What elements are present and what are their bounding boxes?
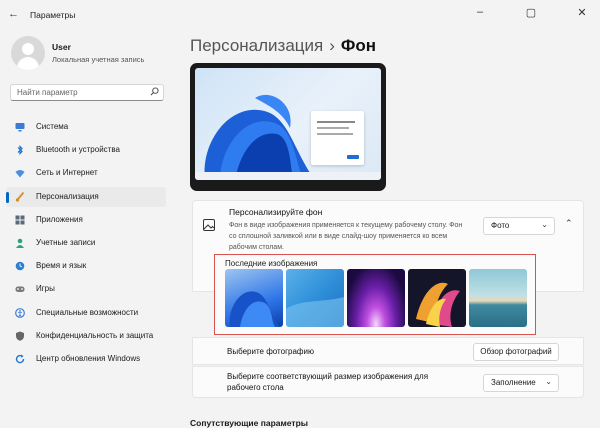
sidebar-item-label: Приложения [36,215,83,224]
user-name: User [52,42,71,52]
choose-photo-label: Выберите фотографию [227,347,314,356]
accessibility-icon [15,308,25,318]
sidebar-item-9[interactable]: Специальные возможности [6,303,166,323]
page-title: Фон [340,36,377,55]
image-fit-row: Выберите соответствующий размер изображе… [192,366,584,398]
back-arrow-icon[interactable]: ← [8,8,19,20]
sidebar-item-label: Время и язык [36,261,87,270]
close-icon[interactable]: ✕ [572,6,592,19]
sidebar-item-3[interactable]: Сеть и Интернет [6,163,166,183]
background-title: Персонализируйте фон [229,207,323,217]
sidebar-item-label: Учетные записи [36,238,96,247]
browse-photos-button[interactable]: Обзор фотографий [473,343,559,361]
sidebar-item-10[interactable]: Конфиденциальность и защита [6,326,166,346]
maximize-icon[interactable]: ▢ [521,6,541,19]
sidebar-item-label: Игры [36,284,55,293]
preview-screen [195,68,381,180]
bluetooth-icon [17,145,23,155]
person-icon [16,238,24,248]
chevron-down-icon: ⌄ [545,377,552,386]
background-type-value: Фото [491,221,510,230]
gamepad-icon [15,286,25,292]
sidebar-item-4[interactable]: Персонализация [6,187,166,207]
user-account-type: Локальная учетная запись [52,55,145,64]
sidebar-item-5[interactable]: Приложения [6,210,166,230]
breadcrumb: Персонализация › Фон [190,36,376,56]
breadcrumb-separator: › [329,36,335,55]
sidebar-item-label: Система [36,122,69,131]
desktop-preview [190,63,386,191]
background-type-dropdown[interactable]: Фото ⌄ [483,217,555,235]
wifi-icon [15,170,25,178]
recent-thumb-purple-glow[interactable] [347,269,405,327]
monitor-icon [15,123,25,132]
avatar[interactable] [11,36,45,70]
sidebar-item-label: Сеть и Интернет [36,168,98,177]
apps-icon [15,215,25,225]
sidebar-item-7[interactable]: Время и язык [6,256,166,276]
active-indicator [6,192,9,203]
recent-images-panel: Последние изображения [214,254,536,335]
choose-photo-row: Выберите фотографию Обзор фотографий [192,337,584,365]
sidebar-item-label: Конфиденциальность и защита [36,331,154,340]
shield-icon [16,331,24,341]
app-title: Параметры [30,10,76,20]
sidebar-item-1[interactable]: Система [6,117,166,137]
recent-images-title: Последние изображения [225,259,318,268]
chevron-down-icon: ⌄ [541,220,548,229]
search-input[interactable]: Найти параметр [10,84,164,101]
search-icon [150,87,159,96]
image-fit-dropdown[interactable]: Заполнение ⌄ [483,374,559,392]
brush-icon [15,192,25,202]
globe-clock-icon [15,261,25,271]
chevron-up-icon[interactable]: ⌃ [565,218,573,229]
image-fit-value: Заполнение [491,378,536,387]
image-fit-label: Выберите соответствующий размер изображе… [227,372,429,392]
sidebar-item-label: Специальные возможности [36,308,139,317]
recent-thumb-lake-sunset[interactable] [469,269,527,327]
preview-window [311,111,364,165]
sidebar-item-6[interactable]: Учетные записи [6,233,166,253]
breadcrumb-parent[interactable]: Персонализация [190,36,323,55]
sidebar-item-8[interactable]: Игры [6,279,166,299]
search-placeholder: Найти параметр [17,88,78,97]
sidebar-item-label: Персонализация [36,192,99,201]
recent-thumb-colorful-flow[interactable] [408,269,466,327]
recent-thumb-bloom-blue[interactable] [225,269,283,327]
recent-thumb-blue-curve[interactable] [286,269,344,327]
image-icon [203,219,215,231]
title-bar: ← Параметры – ▢ ✕ [0,0,600,28]
sidebar-item-11[interactable]: Центр обновления Windows [6,349,166,369]
update-icon [15,354,25,364]
related-settings-heading: Сопутствующие параметры [190,418,309,428]
background-description: Фон в виде изображения применяется к тек… [229,222,463,251]
minimize-icon[interactable]: – [470,6,490,18]
sidebar-item-label: Bluetooth и устройства [36,145,120,154]
preview-taskbar [195,172,381,180]
sidebar-item-2[interactable]: Bluetooth и устройства [6,140,166,160]
sidebar-item-label: Центр обновления Windows [36,354,141,363]
